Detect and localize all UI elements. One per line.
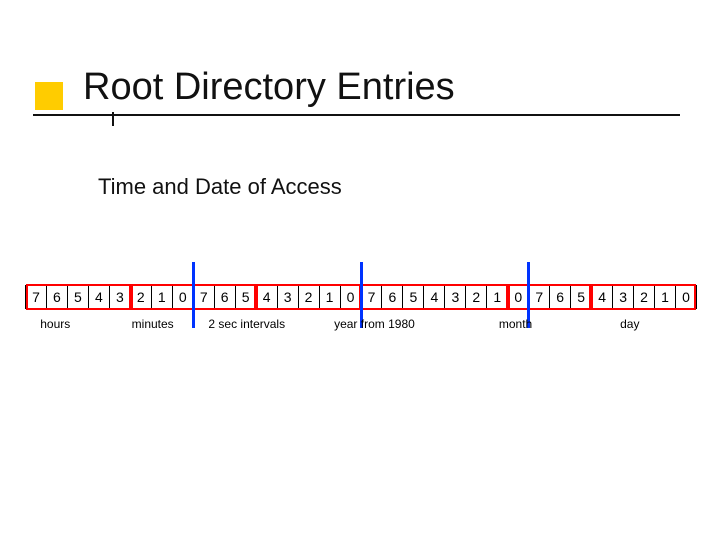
bit-cell: 5 xyxy=(67,286,88,308)
bit-cell: 2 xyxy=(298,286,319,308)
bit-cell: 4 xyxy=(256,286,277,308)
bit-cell: 7 xyxy=(361,286,382,308)
field-labels: hours minutes 2 sec intervals year from 198… xyxy=(25,315,697,355)
bit-cell: 2 xyxy=(633,286,654,308)
bit-cell: 0 xyxy=(507,286,528,308)
field-label: month xyxy=(499,317,532,331)
title-block: Root Directory Entries xyxy=(33,68,680,116)
title-tick-icon xyxy=(112,112,114,126)
bit-cell: 0 xyxy=(675,286,696,308)
bit-cell: 0 xyxy=(172,286,193,308)
field-label: hours xyxy=(40,317,70,331)
bit-cell: 3 xyxy=(612,286,633,308)
bit-cell: 5 xyxy=(235,286,256,308)
bit-cell: 1 xyxy=(654,286,675,308)
bit-cell: 6 xyxy=(214,286,235,308)
bit-cell: 5 xyxy=(570,286,591,308)
field-label: 2 sec intervals xyxy=(208,317,285,331)
bit-cell: 2 xyxy=(465,286,486,308)
bit-cell: 3 xyxy=(277,286,298,308)
bit-cell: 1 xyxy=(319,286,340,308)
bit-cell: 1 xyxy=(486,286,507,308)
bit-cell: 4 xyxy=(591,286,612,308)
bit-cell: 7 xyxy=(193,286,214,308)
slide: Root Directory Entries Time and Date of … xyxy=(0,0,720,540)
bit-cell: 6 xyxy=(46,286,67,308)
bit-cell: 6 xyxy=(549,286,570,308)
bit-cell: 2 xyxy=(130,286,151,308)
bit-cell: 7 xyxy=(528,286,549,308)
field-label: year from 1980 xyxy=(334,317,415,331)
bit-cell: 3 xyxy=(444,286,465,308)
bit-cell: 4 xyxy=(88,286,109,308)
bit-cell: 6 xyxy=(381,286,402,308)
bit-cell: 3 xyxy=(109,286,130,308)
slide-title: Root Directory Entries xyxy=(83,68,455,108)
title-line: Root Directory Entries xyxy=(33,68,680,116)
bit-diagram: 76543210765432107654321076543210 hoursmi… xyxy=(25,285,697,355)
bit-cell: 7 xyxy=(26,286,46,308)
bit-cell: 4 xyxy=(423,286,444,308)
bit-cell: 1 xyxy=(151,286,172,308)
slide-subtitle: Time and Date of Access xyxy=(98,174,342,200)
bit-cell: 5 xyxy=(402,286,423,308)
field-label: minutes xyxy=(132,317,174,331)
bit-cell: 0 xyxy=(340,286,361,308)
bullet-square-icon xyxy=(35,82,63,110)
field-label: day xyxy=(620,317,639,331)
bit-row: 76543210765432107654321076543210 xyxy=(25,285,697,309)
